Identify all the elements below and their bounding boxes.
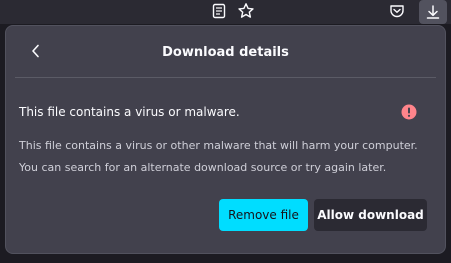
reader-view-icon[interactable] [206, 0, 232, 22]
panel-title: Download details [162, 45, 289, 60]
downloads-icon[interactable] [419, 0, 447, 24]
header-divider [15, 77, 436, 78]
virus-description-line1: This file contains a virus or other malw… [19, 139, 418, 152]
download-details-panel: Download details This file contains a vi… [5, 25, 446, 254]
virus-heading: This file contains a virus or malware. [19, 105, 240, 119]
bookmark-star-icon[interactable] [233, 0, 259, 22]
pocket-icon[interactable] [384, 0, 410, 22]
remove-file-button[interactable]: Remove file [219, 199, 308, 231]
exclamation-circle-icon [401, 104, 417, 120]
panel-header: Download details [6, 26, 445, 78]
virus-description-line2: You can search for an alternate download… [19, 161, 387, 174]
browser-toolbar [0, 0, 451, 24]
allow-download-button[interactable]: Allow download [314, 199, 427, 231]
